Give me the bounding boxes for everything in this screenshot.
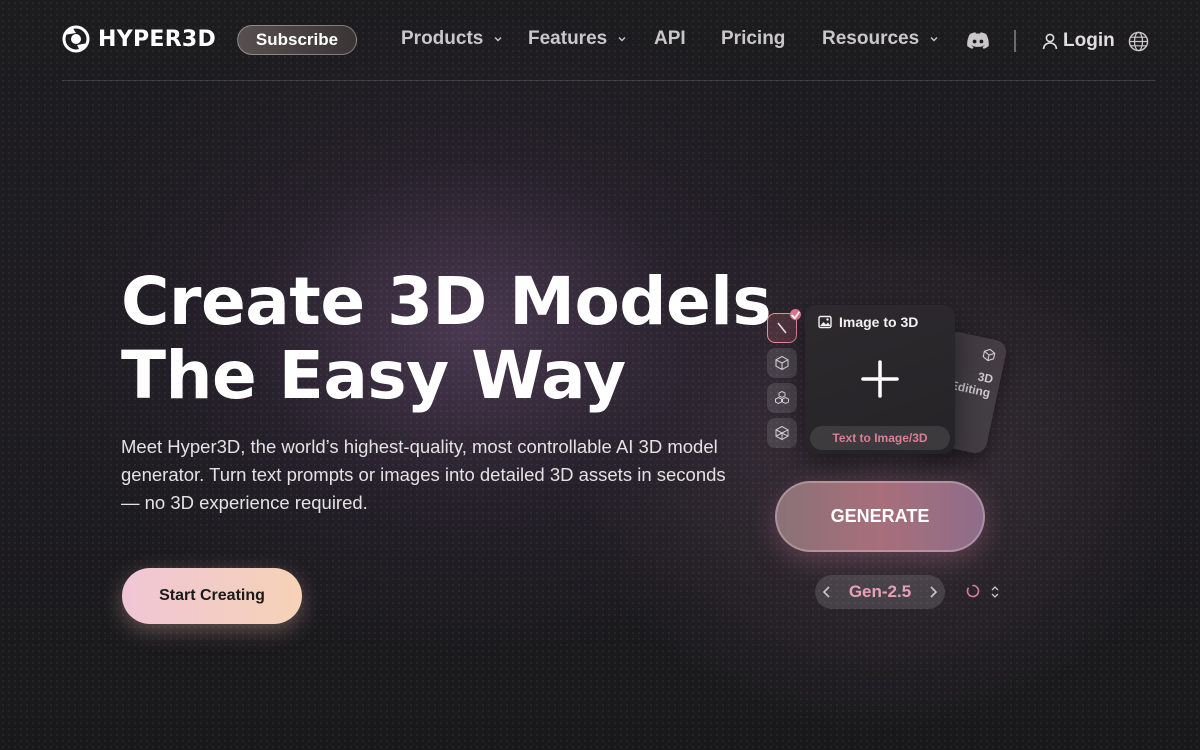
check-badge-icon (790, 309, 801, 320)
text-to-image-3d-switch[interactable]: Text to Image/3D (810, 426, 950, 450)
tool-cube-button[interactable] (767, 348, 797, 378)
hero-title-line-2: The Easy Way (121, 337, 626, 414)
top-navigation-bar: HYPER3D Subscribe Products Features API … (62, 0, 1155, 81)
image-to-3d-card[interactable]: Image to 3D Text to Image/3D (805, 305, 955, 454)
nav-features[interactable]: Features (528, 28, 627, 50)
chevron-down-icon (618, 37, 626, 42)
wireframe-cube-icon (775, 425, 789, 441)
nav-products-label: Products (401, 28, 484, 49)
generate-button[interactable]: GENERATE (775, 481, 985, 552)
hero-description: Meet Hyper3D, the world’s highest-qualit… (121, 436, 726, 513)
card-header: Image to 3D (818, 314, 918, 330)
nav-resources[interactable]: Resources (822, 28, 939, 50)
nav-api[interactable]: API (654, 28, 686, 50)
chevron-right-icon[interactable] (925, 584, 941, 600)
card-title: Image to 3D (839, 314, 919, 330)
hero-title-line-1: Create 3D Models (121, 263, 772, 340)
nav-divider (1014, 30, 1016, 52)
hero-title: Create 3D Models The Easy Way (121, 263, 772, 414)
model-version-selector: Gen-2.5 (815, 575, 945, 609)
pen-icon (777, 322, 787, 334)
cube-icon (982, 348, 996, 362)
subscribe-button[interactable]: Subscribe (237, 25, 357, 55)
nav-pricing-label: Pricing (721, 28, 786, 49)
start-creating-button[interactable]: Start Creating (122, 568, 302, 624)
cubes-icon (775, 390, 789, 405)
logo-text: HYPER3D (98, 26, 217, 52)
login-button[interactable]: Login (1042, 30, 1115, 52)
nav-features-label: Features (528, 28, 608, 49)
login-label: Login (1063, 30, 1115, 51)
sort-updown-icon[interactable] (989, 585, 1001, 599)
image-icon (818, 315, 832, 329)
discord-icon[interactable] (966, 31, 990, 51)
chevron-down-icon (494, 37, 502, 42)
nav-products[interactable]: Products (401, 28, 503, 50)
tool-cubes-button[interactable] (767, 383, 797, 413)
hyper3d-logo-icon (62, 25, 90, 53)
nav-pricing[interactable]: Pricing (721, 28, 785, 50)
nav-api-label: API (654, 28, 686, 49)
tool-pen-button[interactable] (767, 309, 801, 343)
tool-wireframe-button[interactable] (767, 418, 797, 448)
cube-icon (775, 355, 789, 371)
logo[interactable]: HYPER3D (62, 25, 216, 53)
loading-spinner-icon (966, 584, 980, 598)
user-icon (1042, 33, 1058, 49)
globe-icon[interactable] (1128, 31, 1149, 52)
nav-resources-label: Resources (822, 28, 920, 49)
chevron-down-icon (930, 37, 938, 42)
upload-plus-icon[interactable] (860, 359, 900, 399)
